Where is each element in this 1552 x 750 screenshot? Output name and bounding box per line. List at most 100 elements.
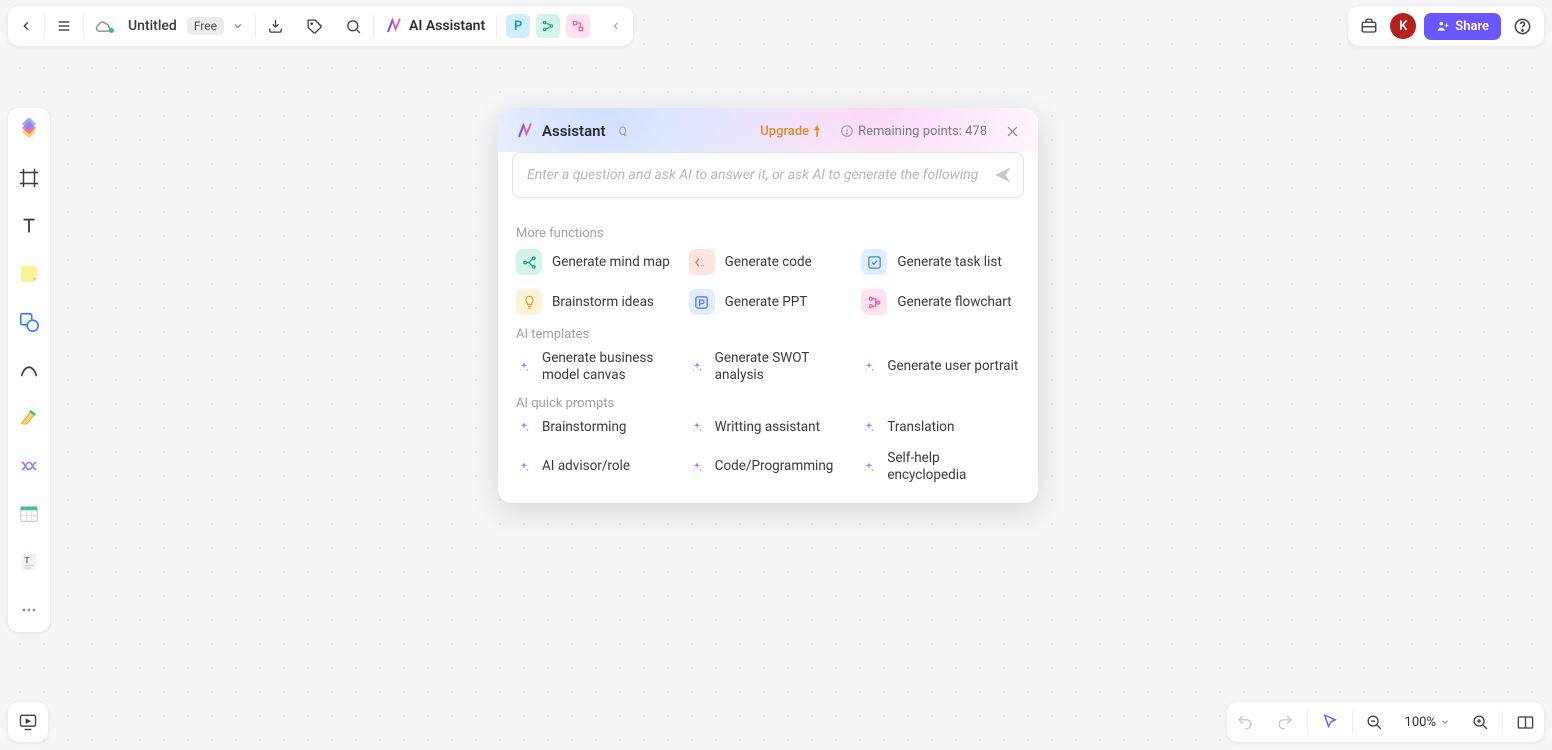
zoom-level[interactable]: 100%: [1396, 702, 1459, 742]
option-label: Translation: [887, 419, 954, 436]
prompt-option[interactable]: Writting assistant: [689, 419, 848, 436]
pen-tool[interactable]: [15, 404, 43, 432]
ai-logo-icon: [516, 122, 534, 140]
option-label: Generate PPT: [725, 294, 808, 311]
option-label: Brainstorm ideas: [552, 294, 654, 311]
chevron-down-icon[interactable]: [232, 20, 244, 32]
tag-button[interactable]: [295, 6, 334, 46]
undo-button[interactable]: [1227, 702, 1263, 742]
hamburger-icon: [56, 18, 72, 34]
section-more-functions: More functions: [516, 226, 1020, 241]
back-button[interactable]: [8, 6, 44, 46]
more-function-option[interactable]: Generate mind map: [516, 249, 675, 275]
ai-logo-icon: [385, 17, 403, 35]
send-button[interactable]: [993, 165, 1013, 185]
option-label: Generate task list: [897, 254, 1001, 271]
sparkle-icon: [689, 359, 705, 375]
more-function-option[interactable]: Generate task list: [861, 249, 1020, 275]
help-button[interactable]: [1509, 17, 1536, 36]
line-tool[interactable]: [15, 356, 43, 384]
close-button[interactable]: [1005, 124, 1020, 139]
option-label: Generate flowchart: [897, 294, 1011, 311]
option-label: Generate SWOT analysis: [715, 350, 848, 384]
more-function-option[interactable]: Brainstorm ideas: [516, 289, 675, 315]
template-option[interactable]: Generate business model canvas: [516, 350, 675, 384]
table-tool[interactable]: [15, 500, 43, 528]
option-icon: [516, 249, 542, 275]
chevron-left-icon: [19, 19, 33, 33]
chip-connect[interactable]: [536, 14, 560, 38]
download-icon: [267, 18, 284, 35]
topbar: Untitled Free AI Assistant P: [8, 6, 633, 46]
sparkle-icon: [689, 459, 705, 475]
section-ai-templates: AI templates: [516, 327, 1020, 342]
zoom-out-button[interactable]: [1357, 702, 1392, 742]
more-function-option[interactable]: _ Generate code: [689, 249, 848, 275]
pointer-mode[interactable]: [1312, 702, 1348, 742]
template-option[interactable]: Generate user portrait: [861, 350, 1020, 384]
prompt-option[interactable]: Brainstorming: [516, 419, 675, 436]
avatar[interactable]: K: [1390, 13, 1416, 39]
document-title: Untitled: [128, 18, 177, 34]
option-icon: [516, 289, 542, 315]
text-tool[interactable]: [15, 212, 43, 240]
connector-tool[interactable]: [15, 452, 43, 480]
option-label: Self-help encyclopedia: [887, 450, 1020, 484]
bottom-right-bar: 100%: [1227, 702, 1544, 742]
ai-input[interactable]: [527, 167, 993, 183]
template-option[interactable]: Generate SWOT analysis: [689, 350, 848, 384]
ai-assistant-dialog: Assistant Q Upgrade Remaining points: 47…: [498, 108, 1038, 503]
document-tool[interactable]: T: [15, 548, 43, 576]
dialog-title: Assistant: [542, 122, 606, 140]
dialog-shortcut: Q: [614, 123, 632, 139]
document-title-section[interactable]: Untitled Free: [84, 6, 255, 46]
ai-assistant-button[interactable]: AI Assistant: [374, 6, 496, 46]
option-label: Generate user portrait: [887, 358, 1018, 375]
share-button[interactable]: Share: [1424, 13, 1501, 40]
sparkle-icon: [689, 419, 705, 435]
menu-button[interactable]: [45, 6, 83, 46]
presentation-button[interactable]: [8, 702, 48, 742]
option-icon: [689, 289, 715, 315]
ai-assistant-label: AI Assistant: [409, 18, 485, 34]
download-button[interactable]: [256, 6, 295, 46]
option-label: Brainstorming: [542, 419, 627, 436]
collapse-chips-button[interactable]: [599, 6, 633, 46]
chip-diagram[interactable]: [566, 14, 590, 38]
prompt-option[interactable]: AI advisor/role: [516, 450, 675, 484]
option-label: Generate business model canvas: [542, 350, 675, 384]
more-function-option[interactable]: Generate flowchart: [861, 289, 1020, 315]
minimap-button[interactable]: [1507, 702, 1544, 742]
topright-cluster: K Share: [1348, 6, 1544, 46]
plan-badge: Free: [187, 17, 224, 35]
zoom-in-button[interactable]: [1463, 702, 1498, 742]
search-button[interactable]: [334, 6, 373, 46]
ai-input-wrap: [512, 152, 1024, 198]
option-icon: _: [689, 249, 715, 275]
tool-sidebar: T: [8, 108, 50, 632]
templates-tool[interactable]: [15, 116, 43, 144]
sparkle-icon: [861, 459, 877, 475]
chip-p[interactable]: P: [506, 14, 530, 38]
option-label: Generate code: [725, 254, 812, 271]
briefcase-button[interactable]: [1356, 17, 1382, 35]
more-function-option[interactable]: Generate PPT: [689, 289, 848, 315]
option-icon: [861, 289, 887, 315]
sparkle-icon: [861, 359, 877, 375]
upgrade-link[interactable]: Upgrade: [760, 124, 822, 139]
share-label: Share: [1455, 19, 1489, 34]
prompt-option[interactable]: Translation: [861, 419, 1020, 436]
view-chips: P: [497, 6, 599, 46]
option-label: Writting assistant: [715, 419, 820, 436]
remaining-points: Remaining points: 478: [840, 124, 987, 139]
prompt-option[interactable]: Code/Programming: [689, 450, 848, 484]
dialog-header: Assistant Q Upgrade Remaining points: 47…: [498, 108, 1038, 152]
option-label: AI advisor/role: [542, 458, 630, 475]
svg-text:T: T: [24, 556, 29, 566]
shape-tool[interactable]: [15, 308, 43, 336]
frame-tool[interactable]: [15, 164, 43, 192]
more-tools[interactable]: [15, 596, 43, 624]
prompt-option[interactable]: Self-help encyclopedia: [861, 450, 1020, 484]
sticky-note-tool[interactable]: [15, 260, 43, 288]
redo-button[interactable]: [1267, 702, 1303, 742]
